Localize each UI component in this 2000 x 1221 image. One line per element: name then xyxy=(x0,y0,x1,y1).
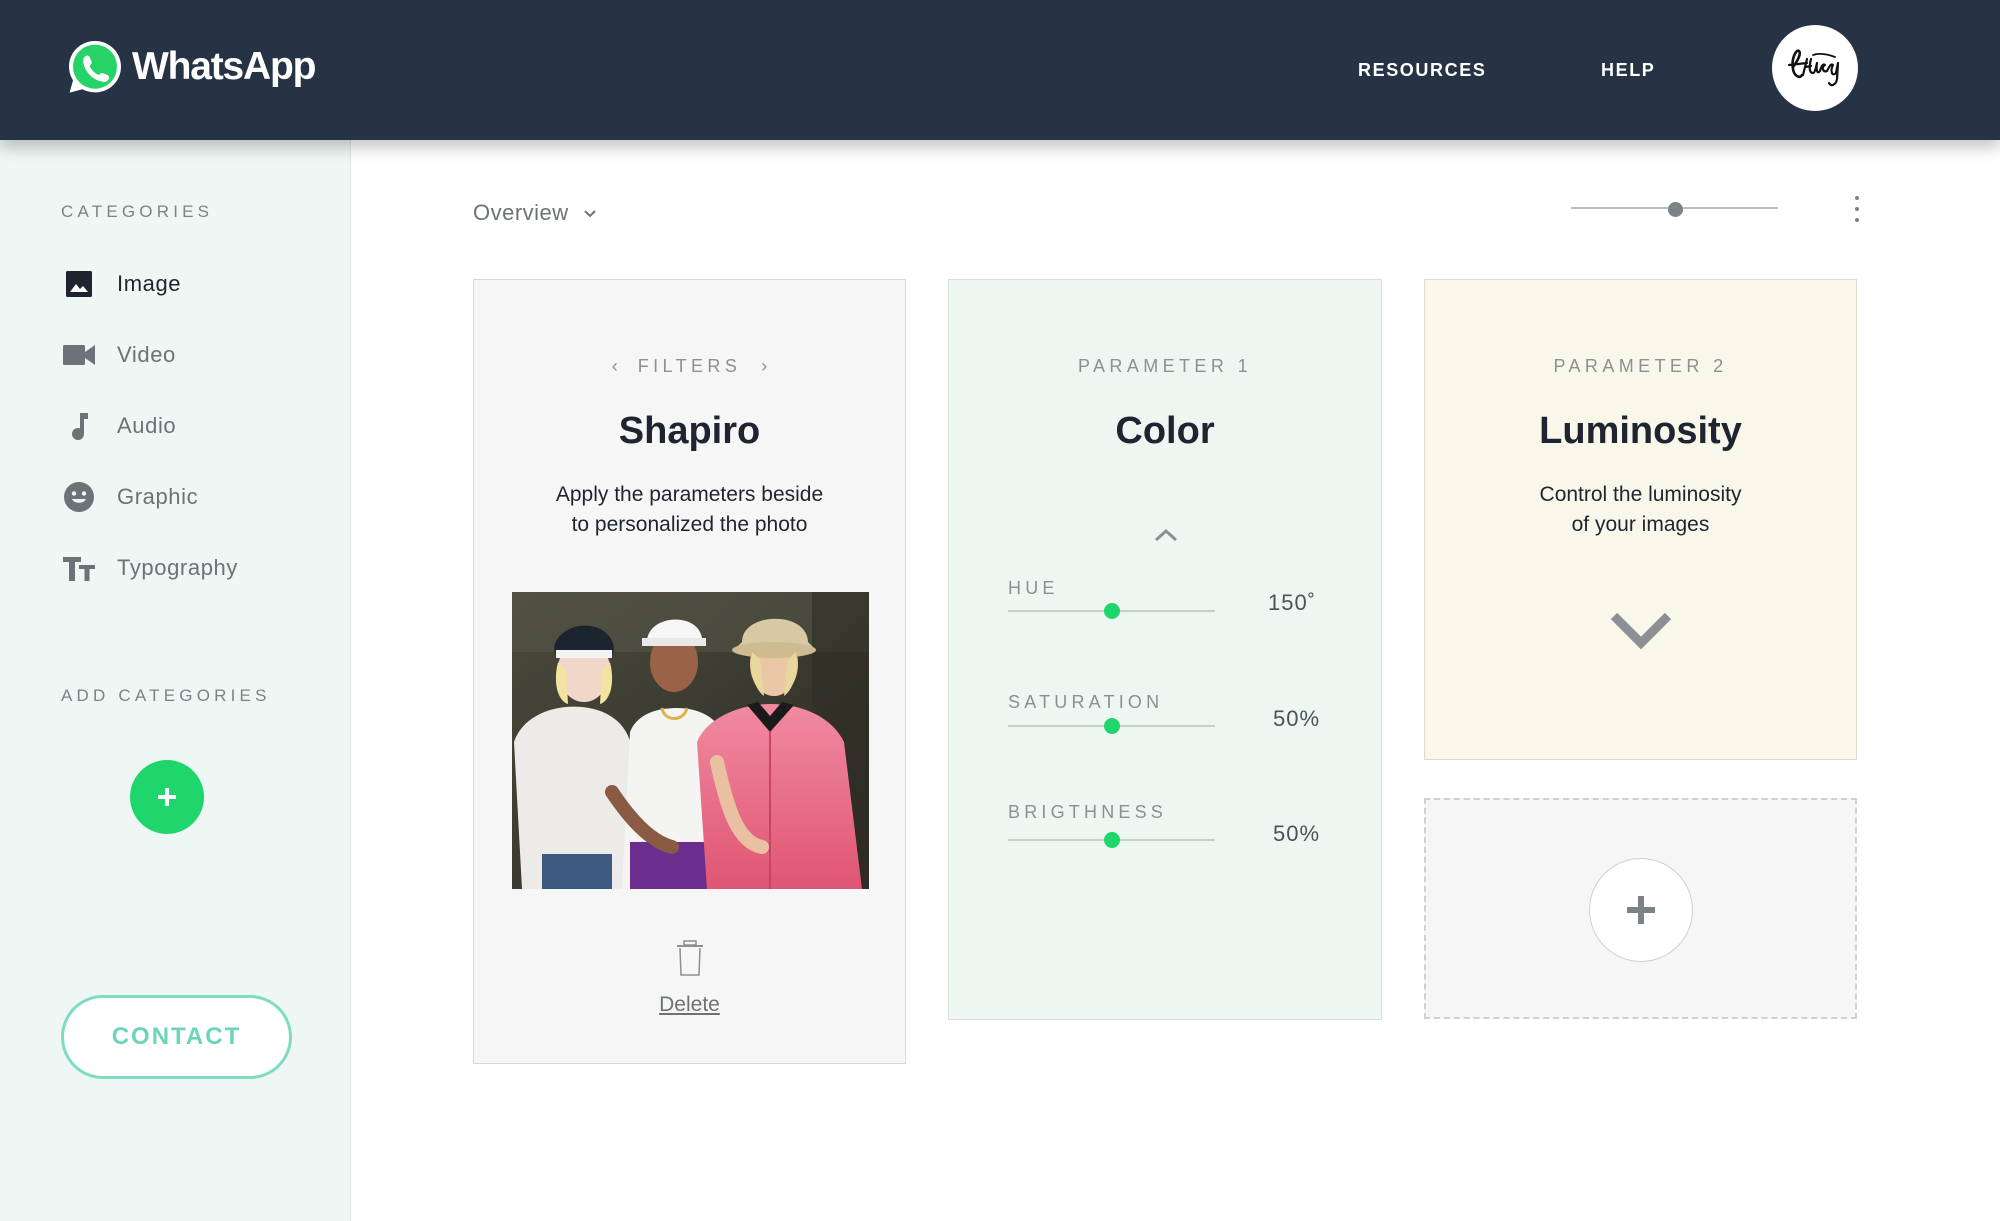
brightness-label: BRIGTHNESS xyxy=(1008,802,1168,822)
luminosity-description-line: of your images xyxy=(1571,513,1710,536)
color-parameter-card: PARAMETER 1 Color HUE 150˚ SATURATION 50… xyxy=(948,279,1382,1020)
contact-button[interactable]: CONTACT xyxy=(61,995,292,1079)
brightness-slider-thumb[interactable] xyxy=(1103,832,1120,848)
whatsapp-logo[interactable]: WhatsApp xyxy=(66,38,316,96)
delete-link[interactable]: Delete xyxy=(474,993,905,1017)
music-note-icon xyxy=(61,408,97,444)
chevron-left-icon[interactable]: ‹ xyxy=(612,356,618,377)
sidebar-item-audio[interactable]: Audio xyxy=(61,406,176,446)
sidebar-item-label: Typography xyxy=(117,555,238,580)
luminosity-parameter-card: PARAMETER 2 Luminosity Control the lumin… xyxy=(1424,279,1857,760)
luminosity-description: Control the luminosity of your images xyxy=(1445,480,1836,540)
filter-description: Apply the parameters beside to personali… xyxy=(494,480,885,540)
brand-name: WhatsApp xyxy=(132,45,316,88)
video-icon xyxy=(61,337,97,373)
saturation-control: SATURATION 50% xyxy=(1008,692,1348,734)
whatsapp-icon xyxy=(69,41,121,93)
text-size-icon xyxy=(61,550,97,586)
add-parameter-card[interactable] xyxy=(1424,798,1857,1019)
filter-title: Shapiro xyxy=(618,410,761,452)
top-bar: WhatsApp RESOURCES HELP xyxy=(0,0,2000,140)
hue-slider-thumb[interactable] xyxy=(1103,603,1120,619)
chevron-down-icon[interactable] xyxy=(1610,610,1672,650)
filter-description-line: Apply the parameters beside xyxy=(555,483,824,506)
sidebar-item-label: Video xyxy=(117,342,176,367)
overview-dropdown[interactable]: Overview xyxy=(473,200,597,226)
chevron-right-icon[interactable]: › xyxy=(761,356,767,377)
sidebar-item-label: Graphic xyxy=(117,484,199,509)
add-parameter-button[interactable] xyxy=(1589,858,1693,962)
saturation-slider-thumb[interactable] xyxy=(1103,718,1120,734)
plus-icon xyxy=(158,788,176,806)
parameter-2-kicker: PARAMETER 2 xyxy=(1553,356,1728,376)
sidebar-item-label: Image xyxy=(117,271,182,296)
zoom-slider-thumb[interactable] xyxy=(1667,202,1683,217)
chevron-down-icon xyxy=(583,209,596,217)
sidebar-item-label: Audio xyxy=(117,413,177,438)
chevron-up-icon[interactable] xyxy=(1154,528,1178,542)
categories-heading: CATEGORIES xyxy=(61,202,214,221)
add-category-button[interactable] xyxy=(130,760,204,834)
sidebar-item-image[interactable]: Image xyxy=(61,264,181,304)
hue-control: HUE 150˚ xyxy=(1008,578,1348,619)
filters-card: ‹ FILTERS › Shapiro Apply the parameters b… xyxy=(473,279,906,1064)
stussy-signature-logo xyxy=(1787,49,1840,87)
luminosity-title: Luminosity xyxy=(1539,410,1742,452)
sidebar-item-typography[interactable]: Typography xyxy=(61,548,238,588)
filters-kicker: ‹ FILTERS › xyxy=(474,356,905,377)
add-categories-heading: ADD CATEGORIES xyxy=(61,686,271,705)
overview-label: Overview xyxy=(473,200,569,225)
hue-value: 150˚ xyxy=(1268,590,1317,615)
brightness-value: 50% xyxy=(1273,821,1321,846)
color-title: Color xyxy=(1115,410,1215,452)
avatar[interactable] xyxy=(1772,25,1858,111)
plus-icon xyxy=(1627,896,1655,924)
filters-kicker-label: FILTERS xyxy=(637,356,742,376)
sidebar-item-graphic[interactable]: Graphic xyxy=(61,477,198,517)
nav-help-link[interactable]: HELP xyxy=(1601,60,1655,81)
sidebar: CATEGORIES Image Video Audio Graphic Typ… xyxy=(0,140,351,1221)
trash-icon[interactable] xyxy=(675,940,705,976)
preview-photo xyxy=(512,592,869,889)
sidebar-item-video[interactable]: Video xyxy=(61,335,176,375)
filter-description-line: to personalized the photo xyxy=(571,513,808,536)
parameter-1-kicker: PARAMETER 1 xyxy=(1077,356,1253,376)
brightness-control: BRIGTHNESS 50% xyxy=(1008,802,1348,848)
image-icon xyxy=(61,266,97,302)
nav-resources-link[interactable]: RESOURCES xyxy=(1358,60,1486,81)
smiley-icon xyxy=(61,479,97,515)
more-options-icon[interactable] xyxy=(1850,196,1864,222)
saturation-value: 50% xyxy=(1273,706,1321,731)
luminosity-description-line: Control the luminosity xyxy=(1539,483,1742,506)
